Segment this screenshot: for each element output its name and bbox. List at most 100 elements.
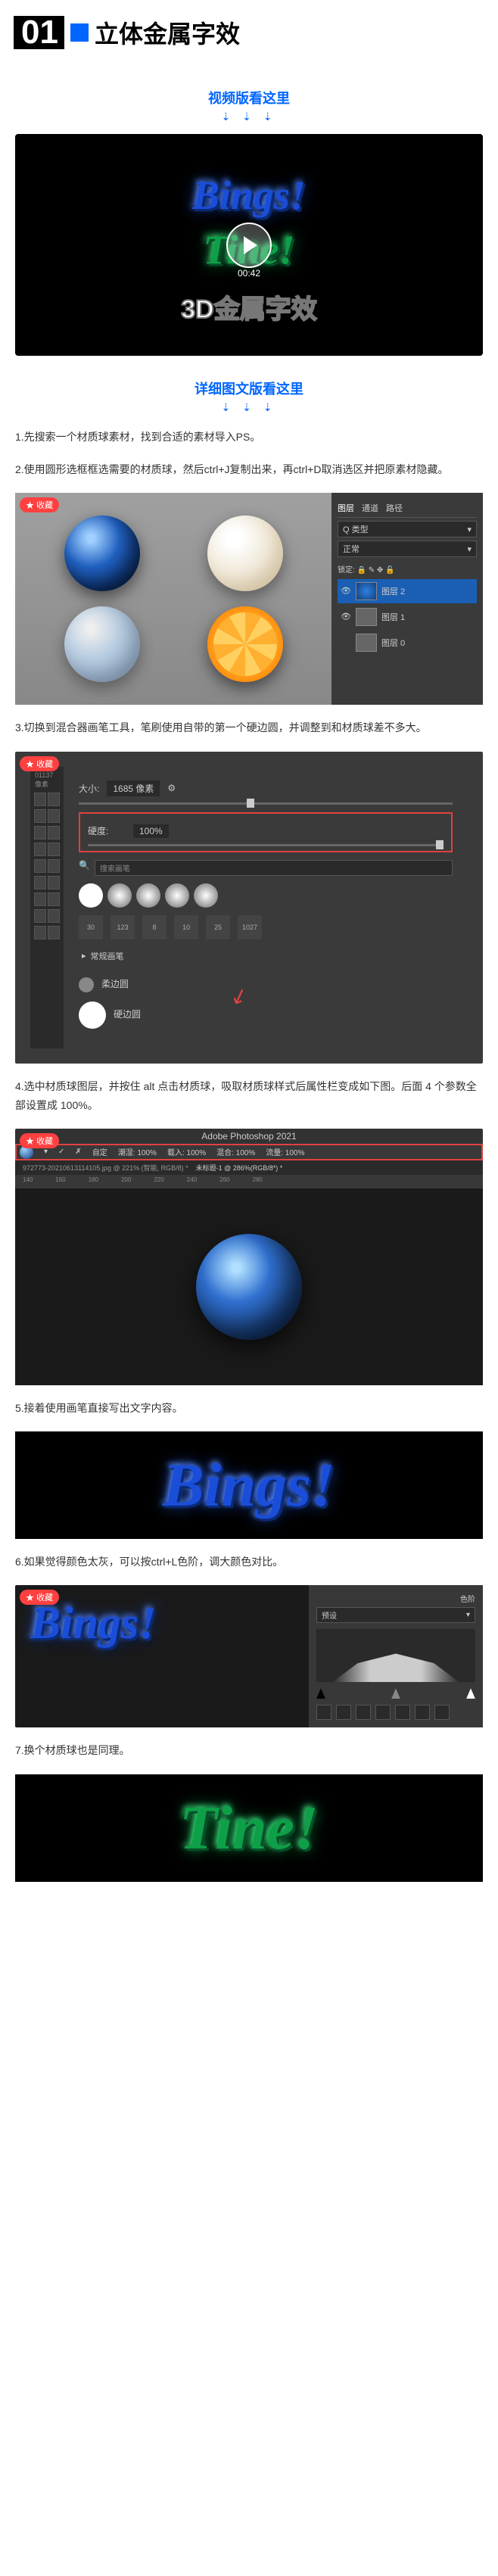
white-point-slider[interactable]: [466, 1688, 475, 1699]
lasso-tool-icon[interactable]: [34, 809, 46, 823]
visibility-icon[interactable]: [415, 1705, 430, 1720]
hardness-value: 100%: [133, 824, 169, 838]
doc-tab-1[interactable]: 972773-20210613114105.jpg @ 221% (智能, RG…: [23, 1164, 188, 1172]
visibility-icon[interactable]: [341, 612, 351, 622]
doc-tab-2[interactable]: 未标题-1 @ 286%(RGB/8*) *: [196, 1164, 283, 1172]
move-tool-icon[interactable]: [34, 793, 46, 806]
size-slider[interactable]: [79, 802, 453, 805]
collect-badge[interactable]: 收藏: [20, 756, 59, 771]
page-title: 立体金属字效: [95, 15, 240, 50]
type-filter[interactable]: Q 类型▾: [338, 521, 477, 537]
collect-badge[interactable]: 收藏: [20, 497, 59, 512]
brush-size-preset[interactable]: 1027: [238, 915, 262, 939]
black-point-slider[interactable]: [316, 1688, 325, 1699]
video-preview[interactable]: Bings! Tine! 3D金属字效 00:42: [15, 134, 483, 356]
layer-2-row[interactable]: 图层 2: [338, 579, 477, 603]
brush-search-input[interactable]: 搜索画笔: [95, 860, 453, 876]
type-tool-icon[interactable]: [34, 926, 46, 939]
detail-version-link[interactable]: 详细图文版看这里: [15, 378, 483, 398]
eyedrop-gray-icon[interactable]: [336, 1705, 351, 1720]
video-text-blue: Bings!: [30, 172, 468, 219]
flow-option[interactable]: 流量: 100%: [266, 1146, 304, 1157]
app-title: Adobe Photoshop 2021: [15, 1129, 483, 1144]
arrow-decoration: ⇣ ⇣ ⇣: [15, 111, 483, 123]
brush-tool-icon[interactable]: [34, 859, 46, 873]
wand-tool-icon[interactable]: [48, 809, 60, 823]
section-number: 01: [15, 16, 64, 49]
brush-preset[interactable]: [165, 883, 189, 908]
brush-size-preset[interactable]: 25: [206, 915, 230, 939]
heal-tool-icon[interactable]: [48, 843, 60, 856]
pearl-sphere: [207, 516, 283, 591]
hardness-label: 硬度:: [88, 824, 126, 837]
screenshot-mixer-options: 收藏 Adobe Photoshop 2021 ▾ ✓ ✗ 自定 潮湿: 100…: [15, 1129, 483, 1385]
hardness-slider[interactable]: [88, 844, 444, 846]
eyedrop-white-icon[interactable]: [356, 1705, 371, 1720]
brush-size-preset[interactable]: 8: [142, 915, 167, 939]
reset-icon[interactable]: [395, 1705, 410, 1720]
search-icon[interactable]: 🔍: [79, 860, 90, 876]
histogram-display[interactable]: [316, 1629, 475, 1682]
preset-dropdown[interactable]: 预设▾: [316, 1607, 475, 1623]
brush-size-preset[interactable]: 10: [174, 915, 198, 939]
delete-icon[interactable]: [434, 1705, 450, 1720]
step-2-text: 2.使用圆形选框框选需要的材质球，然后ctrl+J复制出来，再ctrl+D取消选…: [15, 460, 483, 479]
general-brushes-folder[interactable]: 常规画笔: [79, 947, 453, 965]
layers-tab[interactable]: 图层: [338, 502, 354, 514]
eyedrop-tool-icon[interactable]: [34, 843, 46, 856]
video-version-link[interactable]: 视频版看这里: [15, 88, 483, 107]
marquee-tool-icon[interactable]: [48, 793, 60, 806]
layer-1-row[interactable]: 图层 1: [338, 605, 477, 629]
orange-sphere: [207, 606, 283, 682]
gradient-tool-icon[interactable]: [34, 892, 46, 906]
pen-tool-icon[interactable]: [48, 909, 60, 923]
history-tool-icon[interactable]: [34, 876, 46, 889]
layer-thumb: [356, 582, 377, 600]
tool-option-icon[interactable]: ✓: [58, 1148, 64, 1156]
eyedrop-black-icon[interactable]: [316, 1705, 331, 1720]
canvas-area[interactable]: [15, 1188, 483, 1385]
play-icon[interactable]: [226, 223, 272, 268]
soft-round-icon[interactable]: [79, 977, 94, 992]
screenshot-spheres: 收藏 图层 通道 路径 Q 类型▾ 正常▾ 锁定: 🔒 ✎ ✥ 🔓 图层 2 图…: [15, 493, 483, 705]
stamp-tool-icon[interactable]: [48, 859, 60, 873]
brush-size-preset[interactable]: 30: [79, 915, 103, 939]
frame-tool-icon[interactable]: [48, 826, 60, 839]
collect-badge[interactable]: 收藏: [20, 1590, 59, 1605]
result-bings-blue: Bings!: [15, 1431, 483, 1539]
load-option[interactable]: 载入: 100%: [167, 1146, 206, 1157]
brush-preset[interactable]: [136, 883, 160, 908]
blend-mode-select[interactable]: 正常▾: [338, 540, 477, 557]
blur-tool-icon[interactable]: [48, 892, 60, 906]
blue-sphere: [64, 516, 140, 591]
collect-badge[interactable]: 收藏: [20, 1133, 59, 1148]
eraser-tool-icon[interactable]: [48, 876, 60, 889]
hard-round-icon[interactable]: [79, 1001, 106, 1029]
brush-preset[interactable]: [79, 883, 103, 908]
ruler: 140160180200220240260280: [15, 1175, 483, 1188]
result-tine-green: Tine!: [15, 1774, 483, 1882]
hardness-highlight-box: 硬度: 100%: [79, 812, 453, 852]
crop-tool-icon[interactable]: [34, 826, 46, 839]
gray-point-slider[interactable]: [391, 1688, 400, 1699]
brush-preset[interactable]: [194, 883, 218, 908]
channels-tab[interactable]: 通道: [362, 502, 378, 514]
dodge-tool-icon[interactable]: [34, 909, 46, 923]
levels-title: 色阶: [316, 1593, 475, 1604]
layer-0-row[interactable]: 图层 0: [338, 631, 477, 655]
paths-tab[interactable]: 路径: [386, 502, 403, 514]
clip-icon[interactable]: [375, 1705, 391, 1720]
step-3-text: 3.切换到混合器画笔工具，笔刷使用自带的第一个硬边圆，并调整到和材质球差不多大。: [15, 718, 483, 737]
tool-option-icon[interactable]: ▾: [44, 1148, 48, 1156]
wet-option[interactable]: 潮湿: 100%: [118, 1146, 157, 1157]
brush-preset[interactable]: [107, 883, 132, 908]
path-tool-icon[interactable]: [48, 926, 60, 939]
lock-label: 锁定:: [338, 566, 355, 575]
gear-icon[interactable]: ⚙: [167, 783, 176, 793]
custom-preset-label[interactable]: 自定: [92, 1146, 107, 1157]
step-1-text: 1.先搜索一个材质球素材，找到合适的素材导入PS。: [15, 428, 483, 447]
visibility-icon[interactable]: [341, 586, 351, 596]
mix-option[interactable]: 混合: 100%: [216, 1146, 255, 1157]
tool-option-icon[interactable]: ✗: [75, 1148, 81, 1156]
brush-size-preset[interactable]: 123: [110, 915, 135, 939]
